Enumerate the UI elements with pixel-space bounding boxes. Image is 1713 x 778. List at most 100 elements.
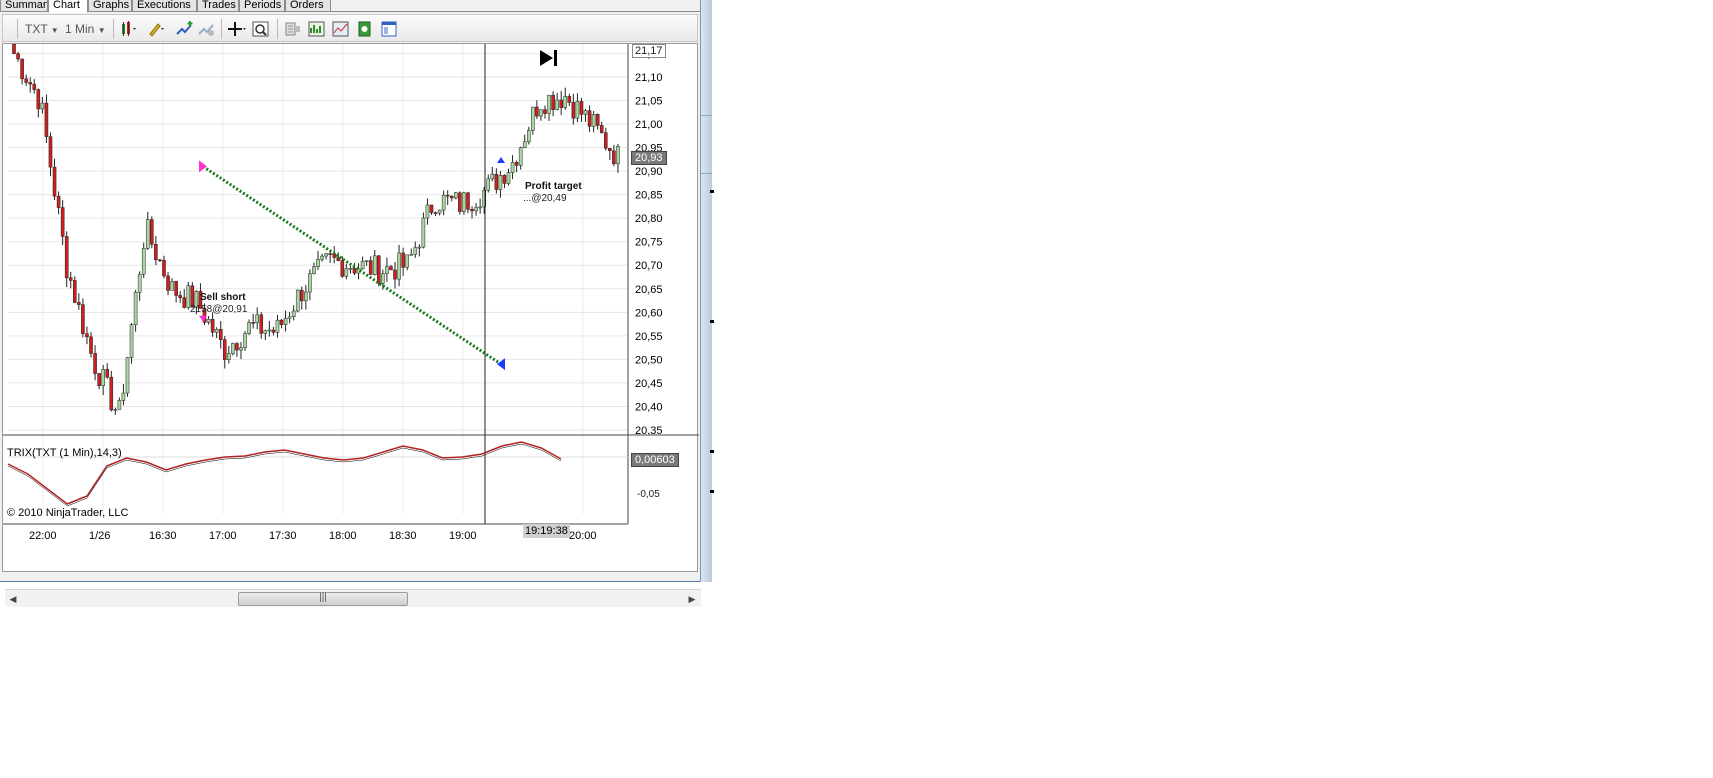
down-candle (514, 162, 519, 166)
up-candle (312, 266, 316, 274)
time-tick-label: 20:00 (569, 530, 597, 542)
price-tick-label: 20,85 (635, 190, 663, 202)
up-candle (575, 101, 580, 119)
up-candle (397, 252, 401, 280)
down-candle (433, 212, 438, 214)
down-candle (502, 175, 507, 184)
down-candle (535, 106, 539, 117)
down-candle (85, 333, 89, 338)
up-candle (616, 145, 620, 165)
top-price-label: 21,17 (632, 44, 666, 58)
tab-chart[interactable]: Chart (48, 0, 88, 13)
down-candle (445, 194, 450, 197)
chart-panel[interactable]: 21,1521,1021,0521,0020,9520,9020,8520,80… (2, 43, 701, 607)
down-candle (174, 281, 178, 296)
down-candle (210, 319, 215, 333)
scroll-thumb[interactable]: ||| (238, 592, 408, 606)
up-candle (145, 219, 150, 249)
down-candle (12, 44, 16, 54)
price-tick-label: 20,90 (635, 166, 663, 178)
data-box-icon[interactable] (283, 20, 303, 38)
down-candle (328, 253, 332, 255)
instrument-selector[interactable]: TXT ▼ (25, 22, 59, 36)
time-tick-label: 18:30 (389, 530, 417, 542)
price-tick-label: 20,40 (635, 401, 663, 413)
zoom-icon[interactable] (251, 20, 271, 38)
time-tick-label: 18:00 (329, 530, 357, 542)
down-candle (235, 343, 239, 351)
sell-short-price-label: 2158@20,91 (190, 304, 248, 315)
up-candle (113, 409, 118, 411)
down-candle (24, 78, 28, 83)
add-indicator-icon[interactable] (175, 20, 195, 38)
down-candle (81, 304, 85, 334)
up-candle (239, 347, 243, 351)
edge-divider (701, 115, 712, 116)
price-tick-label: 21,05 (635, 95, 663, 107)
up-candle (506, 172, 511, 184)
up-candle (539, 109, 543, 117)
up-candle (421, 217, 426, 248)
price-tick-label: 20,45 (635, 378, 663, 390)
chart-properties-icon[interactable] (307, 20, 327, 38)
chevron-down-icon: ▼ (97, 26, 106, 35)
down-candle (340, 260, 345, 277)
snapshot-icon[interactable] (355, 20, 375, 38)
price-chart[interactable]: 21,1521,1021,0521,0020,9520,9020,8520,80… (3, 44, 699, 573)
scroll-right-icon[interactable]: ▶ (686, 593, 698, 605)
tab-executions[interactable]: Executions (132, 0, 197, 12)
down-candle (567, 96, 572, 103)
time-tick-label: 17:00 (209, 530, 237, 542)
up-candle (267, 329, 272, 332)
up-candle (40, 102, 45, 110)
drawing-pencil-icon[interactable] (147, 20, 167, 38)
time-tick-label: 1/26 (89, 530, 110, 542)
down-candle (393, 269, 397, 280)
up-candle (498, 175, 503, 190)
down-candle (599, 125, 604, 133)
horizontal-scrollbar[interactable]: ◀ ||| ▶ (5, 589, 701, 607)
down-candle (559, 99, 563, 108)
trix-indicator-title: TRIX(TXT (1 Min),14,3) (7, 447, 122, 459)
up-candle (263, 330, 268, 334)
up-candle (510, 162, 515, 173)
tab-summary[interactable]: Summary (0, 0, 48, 12)
tab-orders[interactable]: Orders (285, 0, 331, 12)
up-candle (125, 357, 130, 394)
up-candle (591, 114, 596, 127)
down-candle (73, 280, 77, 303)
up-candle (170, 281, 174, 291)
up-candle (137, 273, 142, 293)
up-candle (275, 319, 280, 333)
down-candle (64, 236, 69, 279)
play-end-icon (540, 50, 553, 66)
tab-graphs[interactable]: Graphs (88, 0, 132, 12)
down-candle (429, 204, 434, 213)
strategy-icon[interactable] (197, 20, 217, 38)
down-candle (150, 219, 154, 245)
bar-type-icon[interactable] (119, 20, 139, 38)
down-candle (16, 53, 20, 60)
window-layout-icon[interactable] (379, 20, 399, 38)
down-candle (368, 260, 373, 275)
up-candle (324, 253, 328, 257)
tab-periods[interactable]: Periods (239, 0, 285, 12)
up-candle (287, 316, 292, 319)
down-candle (377, 255, 381, 284)
up-candle (583, 110, 588, 115)
tab-trades[interactable]: Trades (197, 0, 239, 12)
scroll-left-icon[interactable]: ◀ (7, 593, 19, 605)
crosshair-icon[interactable] (227, 20, 247, 38)
chart-style-icon[interactable] (331, 20, 351, 38)
up-candle (283, 318, 288, 325)
up-candle (518, 147, 523, 166)
up-candle (348, 268, 353, 270)
down-candle (52, 166, 57, 197)
interval-selector[interactable]: 1 Min ▼ (65, 22, 106, 36)
edge-tick (710, 190, 714, 193)
down-candle (608, 148, 612, 152)
down-candle (494, 173, 499, 190)
trix-axis-label: -0,05 (637, 489, 660, 500)
up-candle (372, 255, 377, 275)
up-candle (413, 247, 418, 255)
